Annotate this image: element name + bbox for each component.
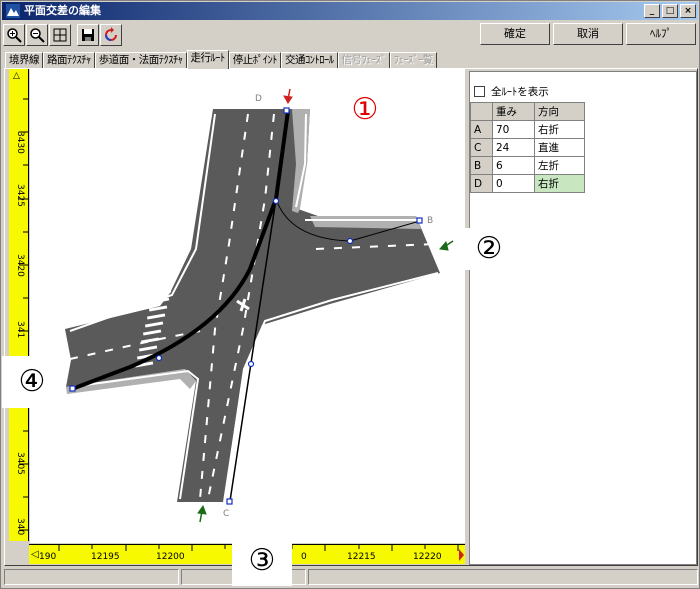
weight-header: 重み — [492, 102, 535, 121]
weight-cell[interactable]: 24 — [492, 138, 535, 157]
refresh-button[interactable] — [100, 24, 122, 46]
maximize-button[interactable]: □ — [662, 4, 678, 18]
row-id: A — [470, 120, 493, 139]
flow-arrow-icon — [197, 504, 207, 523]
road-surface — [65, 109, 440, 502]
ok-button[interactable]: 確定 — [480, 23, 550, 45]
weight-cell[interactable]: 6 — [492, 156, 535, 175]
toolbar — [3, 23, 122, 47]
direction-header: 方向 — [534, 102, 585, 121]
direction-cell[interactable]: 左折 — [534, 156, 585, 175]
route-panel: 全ﾙｰﾄを表示 重み 方向 A 70 右折 C 24 直進 B 6 左折 D 0… — [469, 71, 697, 565]
tab-stop-point[interactable]: 停止ﾎﾟｲﾝﾄ — [228, 52, 281, 69]
tab-signal-phase: 信号ﾌｪｰｽﾞ — [337, 52, 390, 69]
app-icon — [6, 4, 20, 18]
fit-view-button[interactable] — [49, 24, 71, 46]
weight-cell[interactable]: 70 — [492, 120, 535, 139]
vertical-ruler: △ 3430 3425 3420 341 3405 340 — [9, 69, 29, 541]
tab-traffic-control[interactable]: 交通ｺﾝﾄﾛｰﾙ — [281, 52, 338, 69]
show-all-routes[interactable]: 全ﾙｰﾄを表示 — [474, 84, 549, 99]
show-all-label: 全ﾙｰﾄを表示 — [491, 86, 549, 98]
tab-sidewalk-texture[interactable]: 歩道面・法面ﾃｸｽﾁｬ — [94, 52, 187, 69]
approach-label-3: ③ — [232, 540, 292, 586]
help-button[interactable]: ﾍﾙﾌﾟ — [626, 23, 696, 45]
intersection-drawing[interactable]: D B C — [30, 69, 465, 543]
save-icon — [82, 29, 94, 41]
endpoint-d-label: D — [255, 94, 262, 104]
status-pane — [4, 569, 179, 585]
table-row[interactable]: B 6 左折 — [470, 156, 585, 175]
route-weight-table: 重み 方向 A 70 右折 C 24 直進 B 6 左折 D 0 右折 — [470, 102, 585, 193]
fit-icon — [53, 28, 67, 42]
flow-arrow-icon — [439, 240, 454, 251]
direction-cell-selected[interactable]: 右折 — [534, 174, 585, 193]
zoom-out-icon — [30, 28, 45, 43]
direction-cell[interactable]: 右折 — [534, 120, 585, 139]
tab-driving-route[interactable]: 走行ﾙｰﾄ — [186, 50, 229, 69]
row-id: C — [470, 138, 493, 157]
tab-boundary[interactable]: 境界線 — [5, 52, 43, 69]
intersection-canvas[interactable]: D B C ① — [30, 69, 465, 543]
corner-header-cell — [470, 102, 493, 121]
tab-strip: 境界線 路面ﾃｸｽﾁｬ 歩道面・法面ﾃｸｽﾁｬ 走行ﾙｰﾄ 停止ﾎﾟｲﾝﾄ 交通… — [5, 50, 437, 69]
approach-label-4: ④ — [2, 356, 62, 408]
endpoint-b-label: B — [427, 216, 433, 226]
zoom-in-button[interactable] — [3, 24, 25, 46]
save-button[interactable] — [77, 24, 99, 46]
ruler-ticks — [19, 98, 29, 531]
approach-label-1: ① — [351, 92, 379, 127]
status-pane — [308, 569, 698, 585]
status-bar — [4, 569, 698, 587]
window-title: 平面交差の編集 — [24, 4, 101, 17]
table-row[interactable]: D 0 右折 — [470, 174, 585, 193]
close-button[interactable]: × — [680, 4, 696, 18]
minimize-button[interactable]: _ — [644, 4, 660, 18]
title-bar: 平面交差の編集 _ □ × — [2, 2, 698, 20]
weight-cell[interactable]: 0 — [492, 174, 535, 193]
ruler-corner — [9, 541, 29, 564]
zoom-in-icon — [7, 28, 22, 43]
zoom-out-button[interactable] — [26, 24, 48, 46]
refresh-icon — [105, 27, 117, 41]
intersection-editor-window: 平面交差の編集 _ □ × 確定 取消 ﾍﾙﾌﾟ 境界線 路面ﾃｸｽﾁｬ 歩道面… — [0, 0, 700, 589]
table-row[interactable]: C 24 直進 — [470, 138, 585, 157]
direction-cell[interactable]: 直進 — [534, 138, 585, 157]
table-header-row: 重み 方向 — [470, 102, 585, 121]
endpoint-c-label: C — [223, 509, 229, 519]
row-id: B — [470, 156, 493, 175]
tab-road-texture[interactable]: 路面ﾃｸｽﾁｬ — [43, 52, 95, 69]
row-id: D — [470, 174, 493, 193]
approach-label-2: ② — [460, 228, 518, 270]
tab-phase-list: ﾌｪｰｽﾞｰ覧 — [389, 52, 437, 69]
flow-arrow-icon — [283, 88, 293, 104]
cancel-button[interactable]: 取消 — [553, 23, 623, 45]
table-row[interactable]: A 70 右折 — [470, 120, 585, 139]
show-all-checkbox[interactable] — [474, 86, 485, 97]
